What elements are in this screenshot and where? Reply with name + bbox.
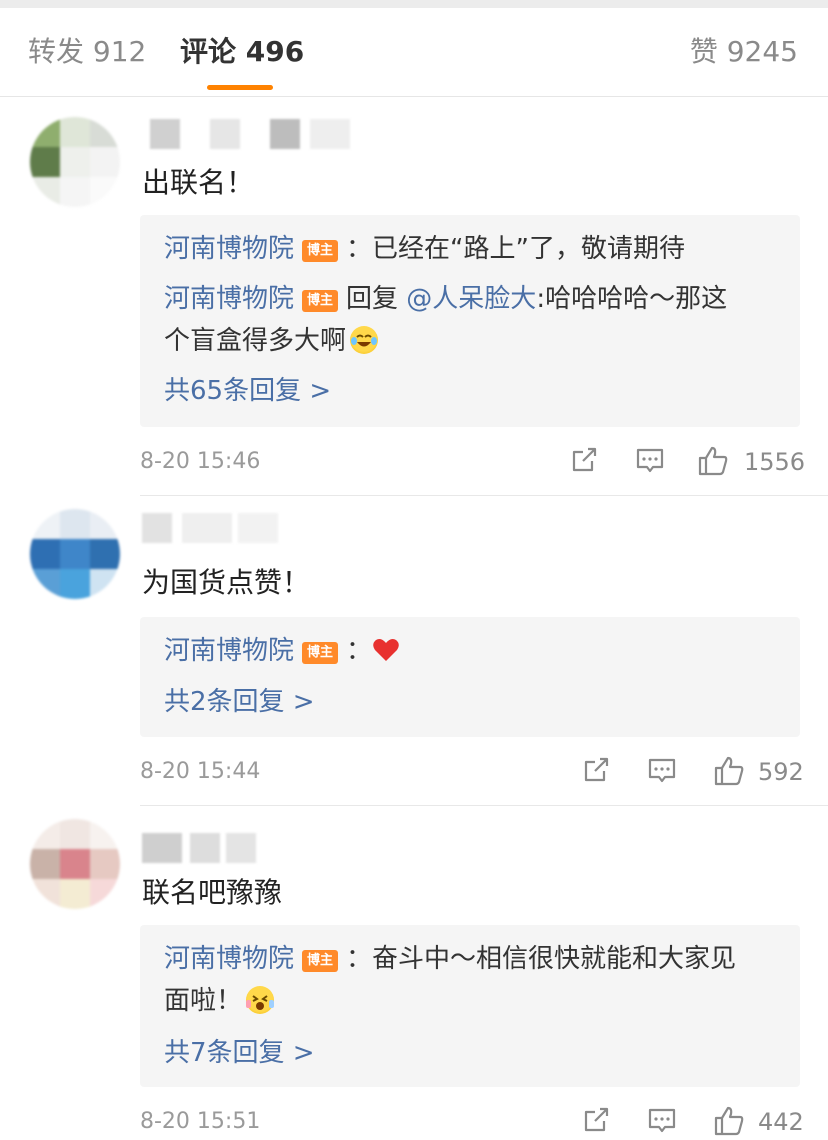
reply-author-link[interactable]: 河南博物院 [164, 636, 294, 666]
reply-line: 河南博物院 博主 回复 @人呆脸大:哈哈哈哈～那这 [164, 277, 727, 321]
comment-actions: 442 [580, 1104, 804, 1140]
reply-author-link[interactable]: 河南博物院 [164, 944, 294, 974]
username-blurred[interactable] [142, 833, 262, 865]
reply-text: ：奋斗中～相信很快就能和大家见 [346, 944, 737, 974]
mention-link[interactable]: @人呆脸大 [406, 284, 536, 314]
tab-bar: 转发 912 评论 496 赞 9245 [0, 8, 828, 97]
heart-emoji [372, 633, 400, 677]
tab-repost-count: 912 [92, 35, 147, 68]
reply-line: 河南博物院 博主 ： [164, 629, 400, 677]
cheer-emoji [246, 986, 275, 1014]
active-tab-indicator [207, 85, 273, 90]
status-strip [0, 0, 828, 8]
reply-author-link[interactable]: 河南博物院 [164, 284, 294, 314]
tab-repost-label: 转发 [28, 35, 85, 68]
tab-likes-count: 9245 [726, 35, 798, 68]
comment-item: 出联名！ 河南博物院 博主 ：已经在“路上”了，敬请期待 河南博物院 博主 回复 @人呆… [0, 97, 828, 497]
like-count: 592 [758, 758, 804, 786]
laughing-tears-emoji [350, 326, 379, 354]
share-icon[interactable] [580, 1104, 612, 1140]
like-icon[interactable] [696, 444, 730, 480]
comment-time: 8-20 15:44 [140, 759, 261, 784]
comment-text: 为国货点赞！ [142, 566, 311, 599]
reply-text: :哈哈哈哈～那这 [536, 284, 728, 314]
more-replies-link[interactable]: 共2条回复 > [164, 682, 315, 722]
reply-text: ：已经在“路上”了，敬请期待 [346, 234, 685, 264]
comment-actions: 592 [580, 754, 804, 790]
reply-box[interactable]: 河南博物院 博主 ： 共2条回复 > [140, 617, 800, 737]
comment-item: 为国货点赞！ 河南博物院 博主 ： 共2条回复 > 8-20 15:44 592 [0, 497, 828, 807]
share-icon[interactable] [580, 754, 612, 790]
like-count: 1556 [744, 448, 806, 476]
comment-icon[interactable] [634, 444, 666, 480]
like-icon[interactable] [712, 754, 746, 790]
reply-text-continued: 面啦！ [164, 986, 243, 1016]
reply-author-link[interactable]: 河南博物院 [164, 234, 294, 264]
comment-time: 8-20 15:51 [140, 1109, 261, 1134]
username-blurred[interactable] [142, 513, 302, 545]
reply-line-continued: 面啦！ [164, 979, 275, 1023]
comment-text: 联名吧豫豫 [142, 876, 283, 909]
comment-time: 8-20 15:46 [140, 449, 261, 474]
comment-item: 联名吧豫豫 河南博物院 博主 ：奋斗中～相信很快就能和大家见 面啦！ 共7条回复 >… [0, 807, 828, 1136]
divider [140, 805, 828, 806]
comment-icon[interactable] [646, 754, 678, 790]
reply-box[interactable]: 河南博物院 博主 ：已经在“路上”了，敬请期待 河南博物院 博主 回复 @人呆脸大:哈哈… [140, 215, 800, 427]
tab-comments-label: 评论 [180, 35, 237, 68]
share-icon[interactable] [568, 444, 600, 480]
reply-line: 河南博物院 博主 ：已经在“路上”了，敬请期待 [164, 227, 685, 271]
reply-line: 河南博物院 博主 ：奋斗中～相信很快就能和大家见 [164, 937, 736, 981]
comment-text: 出联名！ [142, 166, 255, 199]
avatar[interactable] [30, 509, 120, 599]
more-replies-link[interactable]: 共7条回复 > [164, 1033, 315, 1073]
author-badge: 博主 [302, 290, 339, 312]
comment-actions: 1556 [568, 444, 805, 480]
like-count: 442 [758, 1108, 804, 1136]
tab-likes[interactable]: 赞 9245 [690, 34, 798, 70]
reply-box[interactable]: 河南博物院 博主 ：奋斗中～相信很快就能和大家见 面啦！ 共7条回复 > [140, 925, 800, 1087]
author-badge: 博主 [302, 642, 339, 664]
reply-word: 回复 [346, 284, 399, 314]
username-blurred[interactable] [142, 119, 362, 151]
divider [140, 495, 828, 496]
more-replies-link[interactable]: 共65条回复 > [164, 371, 331, 411]
avatar[interactable] [30, 819, 120, 909]
author-badge: 博主 [302, 240, 339, 262]
reply-text-continued: 个盲盒得多大啊 [164, 326, 347, 356]
avatar[interactable] [30, 117, 120, 207]
tab-comments[interactable]: 评论 496 [180, 34, 304, 70]
reply-line-continued: 个盲盒得多大啊 [164, 319, 379, 363]
tab-comments-count: 496 [245, 35, 305, 68]
like-icon[interactable] [712, 1104, 746, 1140]
reply-text: ： [346, 636, 373, 666]
tab-likes-label: 赞 [689, 35, 718, 68]
comment-icon[interactable] [646, 1104, 678, 1140]
author-badge: 博主 [302, 950, 339, 972]
tab-repost[interactable]: 转发 912 [28, 34, 146, 70]
